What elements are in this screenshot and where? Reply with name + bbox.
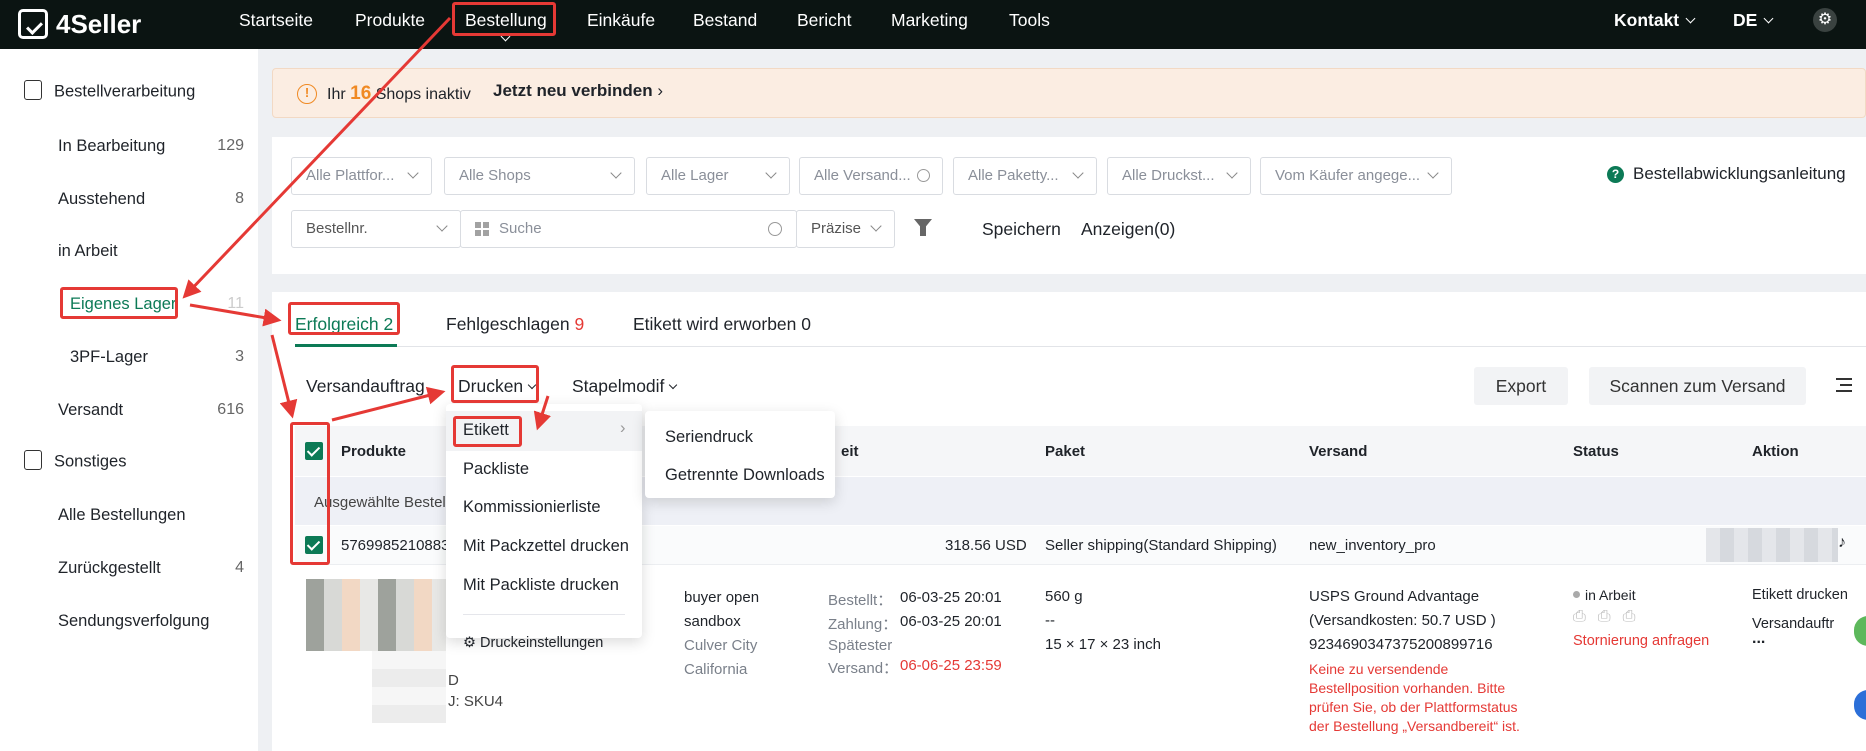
annotation-arrows — [182, 16, 551, 431]
